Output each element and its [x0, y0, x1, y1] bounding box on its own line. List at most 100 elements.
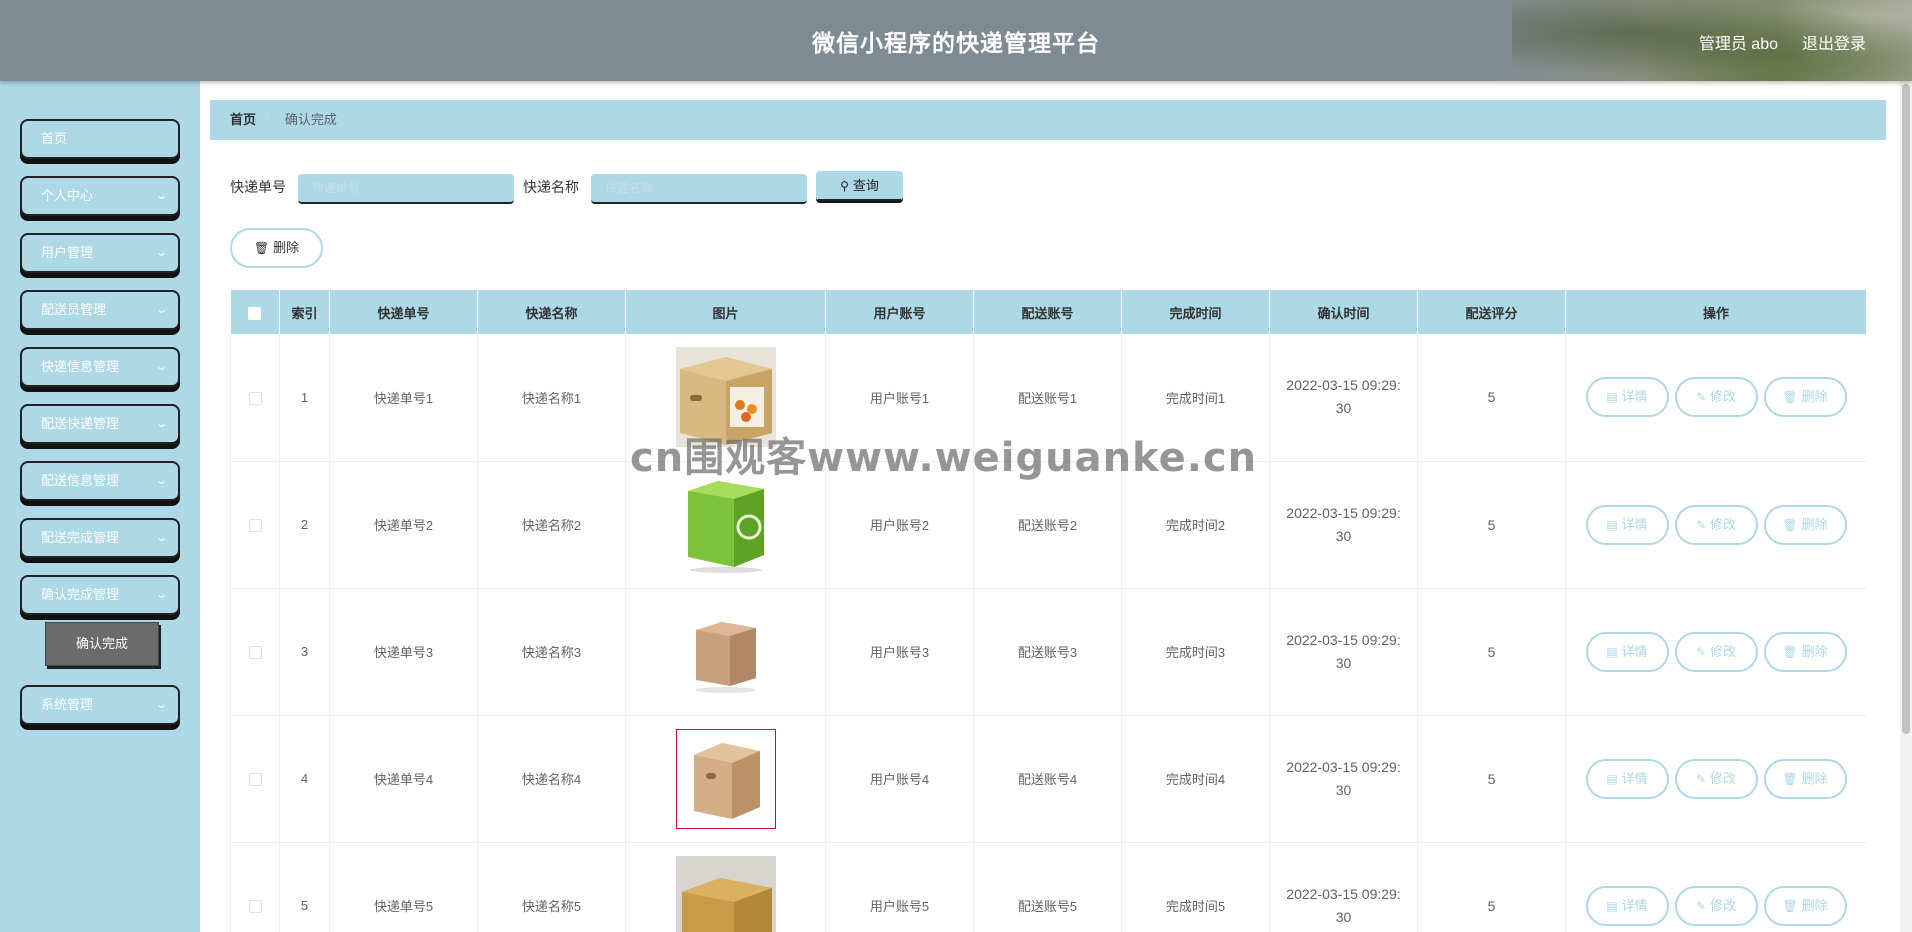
chevron-down-icon: ⌄ [154, 532, 168, 544]
score-cell: 5 [1417, 842, 1566, 932]
breadcrumb-home[interactable]: 首页 [230, 112, 256, 127]
edit-button[interactable]: ✎ 修改 [1674, 377, 1758, 418]
sidebar-item-delivery-info-management[interactable]: 配送信息管理 ⌄ [20, 461, 180, 501]
actions-cell: ▤ 详情 ✎ 修改 🗑 删除 [1565, 715, 1866, 843]
index-cell: 3 [279, 588, 330, 716]
detail-button[interactable]: ▤ 详情 [1585, 758, 1669, 799]
column-header: 快递单号 [329, 290, 478, 334]
row-checkbox[interactable] [248, 519, 262, 533]
sidebar-item-label: 配送员管理 [41, 302, 107, 317]
row-checkbox[interactable] [248, 773, 262, 787]
row-checkbox[interactable] [248, 391, 262, 405]
confirm-time-cell: 2022-03-15 09:29: 30 [1269, 461, 1418, 589]
sidebar-item-delivery-express-management[interactable]: 配送快递管理 ⌄ [20, 404, 180, 444]
batch-delete-button[interactable]: 🗑 删除 [230, 228, 323, 268]
actions-cell: ▤ 详情 ✎ 修改 🗑 删除 [1565, 461, 1866, 589]
score-cell: 5 [1417, 588, 1566, 716]
document-icon: ▤ [1606, 517, 1618, 532]
sidebar-item-express-info-management[interactable]: 快递信息管理 ⌄ [20, 347, 180, 387]
delete-button[interactable]: 🗑 删除 [1763, 758, 1847, 799]
table-row: 2 快递单号2 快递名称2 用户账号2 配送账号2 完成时间2 2022-03-… [230, 461, 1866, 589]
express-name-input[interactable] [591, 174, 807, 204]
chevron-down-icon: ⌄ [154, 304, 168, 316]
table-row: 4 快递单号4 快递名称4 用户账号4 配送账号4 完成时间4 2022-03-… [230, 715, 1866, 843]
trash-icon: 🗑 [1782, 644, 1798, 659]
index-cell: 1 [279, 334, 330, 462]
column-header: 配送评分 [1417, 290, 1566, 334]
edit-button[interactable]: ✎ 修改 [1674, 631, 1758, 672]
row-checkbox[interactable] [248, 900, 262, 914]
table-row: 3 快递单号3 快递名称3 用户账号3 配送账号3 完成时间3 2022-03-… [230, 588, 1866, 716]
pencil-icon: ✎ [1695, 644, 1707, 659]
sidebar-item-user-management[interactable]: 用户管理 ⌄ [20, 233, 180, 273]
chevron-down-icon: ⌄ [154, 418, 168, 430]
pencil-icon: ✎ [1695, 517, 1707, 532]
sidebar-item-home[interactable]: 首页 [20, 119, 180, 159]
sidebar-item-personal-center[interactable]: 个人中心 ⌄ [20, 176, 180, 216]
edit-button[interactable]: ✎ 修改 [1674, 758, 1758, 799]
document-icon: ▤ [1606, 898, 1618, 913]
confirm-time-cell: 2022-03-15 09:29: 30 [1269, 588, 1418, 716]
edit-button[interactable]: ✎ 修改 [1674, 504, 1758, 545]
tracking-cell: 快递单号3 [329, 588, 478, 716]
image-cell [625, 715, 826, 843]
user-account-cell: 用户账号2 [825, 461, 974, 589]
image-cell [625, 334, 826, 462]
name-cell: 快递名称1 [477, 334, 626, 462]
image-cell [625, 588, 826, 716]
image-cell [625, 842, 826, 932]
index-cell: 2 [279, 461, 330, 589]
chevron-down-icon: ⌄ [154, 247, 168, 259]
trash-icon: 🗑 [1782, 390, 1798, 405]
delete-button[interactable]: 🗑 删除 [1763, 885, 1847, 926]
detail-button[interactable]: ▤ 详情 [1585, 885, 1669, 926]
sidebar-item-system-management[interactable]: 系统管理 ⌄ [20, 685, 180, 725]
trash-icon: 🗑 [1782, 517, 1798, 532]
trash-icon: 🗑 [253, 241, 270, 255]
app-title: 微信小程序的快递管理平台 [812, 30, 1100, 56]
sidebar-item-courier-management[interactable]: 配送员管理 ⌄ [20, 290, 180, 330]
row-checkbox[interactable] [248, 646, 262, 660]
sidebar-subitem-confirm-done[interactable]: 确认完成 [45, 622, 159, 666]
sidebar-item-delivery-done-management[interactable]: 配送完成管理 ⌄ [20, 518, 180, 558]
delete-button[interactable]: 🗑 删除 [1763, 631, 1847, 672]
table-row: 1 快递单号1 快递名称1 用户账号1 配送账号1 完成时间1 2022-03-… [230, 334, 1866, 462]
row-select-cell [230, 842, 280, 932]
scrollbar-thumb[interactable] [1902, 84, 1910, 734]
column-header: 完成时间 [1121, 290, 1270, 334]
detail-button[interactable]: ▤ 详情 [1585, 377, 1669, 418]
select-all-checkbox[interactable] [248, 306, 262, 320]
delete-button[interactable]: 🗑 删除 [1763, 377, 1847, 418]
tracking-number-input[interactable] [298, 174, 514, 204]
query-button[interactable]: ⚲ 查询 [816, 171, 903, 201]
user-account-cell: 用户账号5 [825, 842, 974, 932]
sidebar-item-confirm-done-management[interactable]: 确认完成管理 ⌄ [20, 575, 180, 615]
score-cell: 5 [1417, 461, 1566, 589]
breadcrumb-separator: / [268, 112, 273, 127]
user-account-cell: 用户账号4 [825, 715, 974, 843]
logout-link[interactable]: 退出登录 [1802, 30, 1866, 54]
express-name-label: 快递名称 [523, 179, 579, 195]
tracking-cell: 快递单号1 [329, 334, 478, 462]
confirm-time-cell: 2022-03-15 09:29: 30 [1269, 715, 1418, 843]
done-time-cell: 完成时间4 [1121, 715, 1270, 843]
chevron-down-icon: ⌄ [154, 361, 168, 373]
user-account-cell: 用户账号1 [825, 334, 974, 462]
tracking-cell: 快递单号4 [329, 715, 478, 843]
document-icon: ▤ [1606, 644, 1618, 659]
row-select-cell [230, 461, 280, 589]
chevron-down-icon: ⌄ [154, 190, 168, 202]
sidebar-item-label: 用户管理 [41, 245, 94, 260]
detail-button[interactable]: ▤ 详情 [1585, 504, 1669, 545]
courier-account-cell: 配送账号3 [973, 588, 1122, 716]
chevron-down-icon: ⌄ [154, 589, 168, 601]
score-cell: 5 [1417, 715, 1566, 843]
delete-button[interactable]: 🗑 删除 [1763, 504, 1847, 545]
image-cell [625, 461, 826, 589]
detail-button[interactable]: ▤ 详情 [1585, 631, 1669, 672]
package-thumbnail [675, 601, 776, 702]
courier-account-cell: 配送账号1 [973, 334, 1122, 462]
document-icon: ▤ [1606, 771, 1618, 786]
edit-button[interactable]: ✎ 修改 [1674, 885, 1758, 926]
sidebar-item-label: 配送快递管理 [41, 416, 120, 431]
